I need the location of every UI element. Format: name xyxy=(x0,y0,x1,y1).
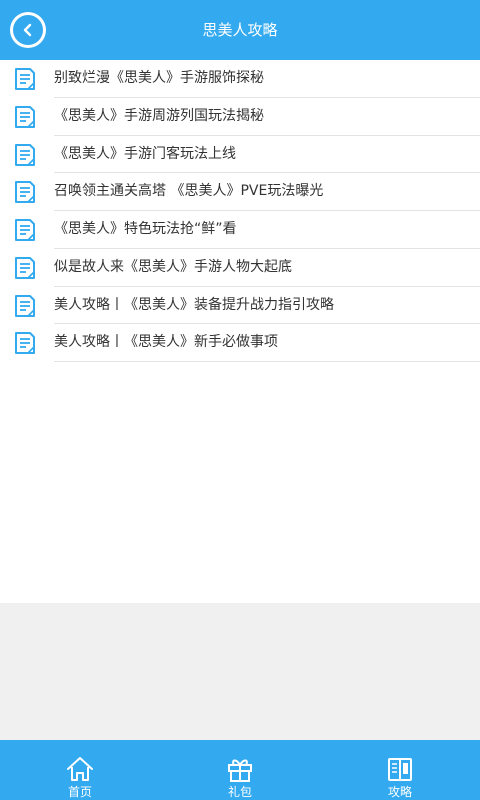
document-icon xyxy=(15,68,35,90)
article-item[interactable]: 《思美人》特色玩法抢“鲜”看 xyxy=(0,211,480,249)
tab-guide[interactable]: 攻略 xyxy=(320,740,480,800)
article-title: 似是故人来《思美人》手游人物大起底 xyxy=(54,258,292,275)
bottom-tab-bar: 首页 礼包 攻略 xyxy=(0,740,480,800)
divider xyxy=(54,361,480,362)
header-bar: 思美人攻略 xyxy=(0,0,480,60)
article-title: 别致烂漫《思美人》手游服饰探秘 xyxy=(54,70,264,86)
page-title: 思美人攻略 xyxy=(202,21,278,39)
article-title: 《思美人》手游门客玩法上线 xyxy=(54,145,236,162)
document-icon xyxy=(15,143,35,166)
article-list: 别致烂漫《思美人》手游服饰探秘 《思美人》手游周游列国玩法揭秘 《思美人》手游门… xyxy=(0,60,480,362)
article-item[interactable]: 似是故人来《思美人》手游人物大起底 xyxy=(0,249,480,287)
document-icon xyxy=(15,294,35,317)
article-item[interactable]: 美人攻略丨《思美人》装备提升战力指引攻略 xyxy=(0,287,480,325)
tab-gift[interactable]: 礼包 xyxy=(160,740,320,800)
tab-home-label: 首页 xyxy=(67,785,92,799)
tab-home[interactable]: 首页 xyxy=(0,740,160,800)
document-icon xyxy=(15,219,35,241)
tab-guide-label: 攻略 xyxy=(387,785,412,799)
article-item[interactable]: 别致烂漫《思美人》手游服饰探秘 xyxy=(0,60,480,98)
article-title: 美人攻略丨《思美人》新手必做事项 xyxy=(54,334,278,351)
chevron-left-icon xyxy=(23,23,32,37)
document-icon xyxy=(15,256,35,279)
tab-gift-label: 礼包 xyxy=(227,785,252,799)
gift-icon xyxy=(228,759,252,782)
article-item[interactable]: 美人攻略丨《思美人》新手必做事项 xyxy=(0,324,480,362)
article-title: 召唤领主通关高塔 《思美人》PVE玩法曝光 xyxy=(54,183,324,200)
article-title: 《思美人》手游周游列国玩法揭秘 xyxy=(54,107,264,124)
back-button[interactable] xyxy=(10,12,46,48)
article-title: 美人攻略丨《思美人》装备提升战力指引攻略 xyxy=(54,296,334,313)
home-icon xyxy=(67,757,93,781)
article-item[interactable]: 召唤领主通关高塔 《思美人》PVE玩法曝光 xyxy=(0,173,480,211)
article-title: 《思美人》特色玩法抢“鲜”看 xyxy=(54,221,237,237)
document-icon xyxy=(15,332,35,355)
article-item[interactable]: 《思美人》手游门客玩法上线 xyxy=(0,136,480,174)
article-item[interactable]: 《思美人》手游周游列国玩法揭秘 xyxy=(0,98,480,136)
document-icon xyxy=(15,105,35,128)
article-list-panel: 别致烂漫《思美人》手游服饰探秘 《思美人》手游周游列国玩法揭秘 《思美人》手游门… xyxy=(0,60,480,603)
book-icon xyxy=(388,758,412,781)
document-icon xyxy=(15,181,35,204)
